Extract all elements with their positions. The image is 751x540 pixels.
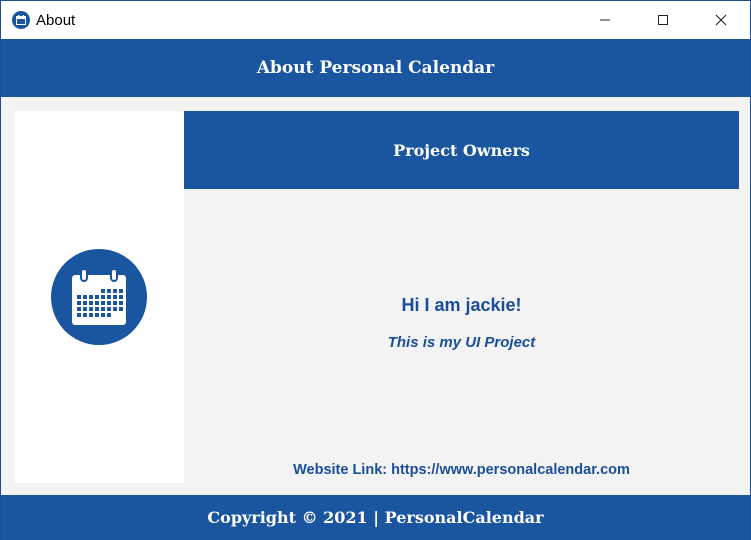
calendar-logo	[51, 249, 147, 345]
minimize-button[interactable]	[576, 1, 634, 39]
section-title: Project Owners	[393, 140, 530, 160]
calendar-icon	[12, 11, 30, 29]
website-link[interactable]: Website Link: https://www.personalcalend…	[184, 462, 739, 478]
greeting-text: Hi I am jackie!	[401, 295, 522, 315]
header-bar: About Personal Calendar	[1, 39, 750, 97]
copyright-text: Copyright © 2021 | PersonalCalendar	[207, 508, 544, 527]
title-bar[interactable]: About	[1, 1, 750, 39]
minimize-icon	[600, 19, 610, 21]
window-controls	[576, 1, 750, 39]
project-owners-bar: Project Owners	[184, 111, 739, 189]
logo-panel	[14, 111, 184, 483]
maximize-icon	[658, 15, 668, 25]
maximize-button[interactable]	[634, 1, 692, 39]
tagline-text: This is my UI Project	[387, 334, 536, 351]
about-window: About About Personal Calendar Project Ow…	[0, 0, 751, 540]
footer-bar: Copyright © 2021 | PersonalCalendar	[1, 495, 750, 540]
window-title: About	[36, 11, 76, 29]
close-icon	[715, 14, 727, 26]
calendar-icon	[72, 268, 126, 325]
page-title: About Personal Calendar	[256, 58, 495, 78]
close-button[interactable]	[692, 1, 750, 39]
